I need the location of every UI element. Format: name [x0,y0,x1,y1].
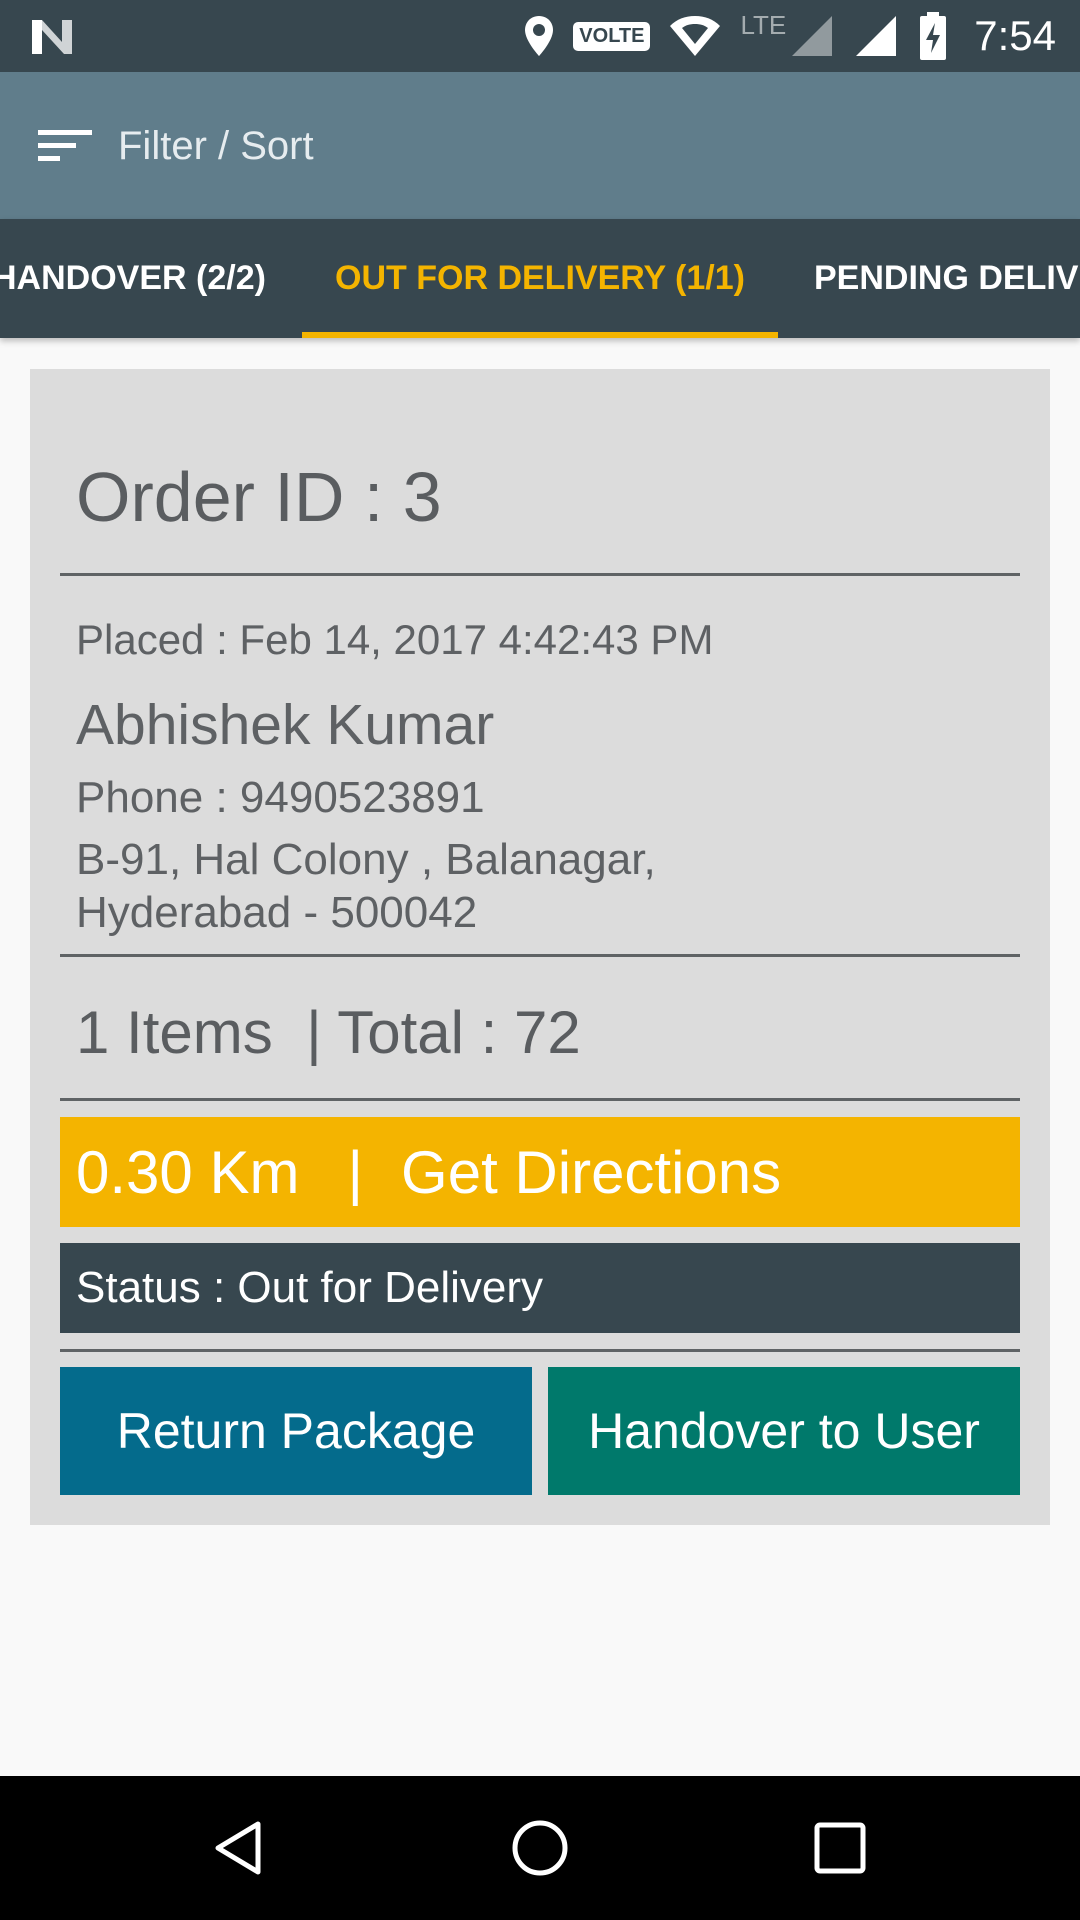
placed-date: Placed : Feb 14, 2017 4:42:43 PM [76,616,714,663]
divider [60,573,1020,576]
signal-icon-2 [856,16,897,56]
divider [60,954,1020,957]
clock: 7:54 [974,12,1056,59]
battery-charging-icon [920,12,947,60]
directions-separator: | [347,1138,364,1206]
tab-pending-delivery[interactable]: PENDING DELIVERY [778,219,1080,338]
volte-icon: VOLTE [573,21,651,51]
address-line-2: Hyderabad - 500042 [76,888,478,937]
get-directions-label: Get Directions [401,1138,782,1206]
status-badge: Status : Out for Delivery [60,1243,1020,1333]
home-icon[interactable] [510,1818,570,1878]
notification-n-icon [32,20,72,54]
location-icon [525,16,554,56]
customer-name: Abhishek Kumar [76,693,495,757]
status-icons: VOLTE LTE 7:54 [523,0,1056,72]
signal-icon [792,16,833,56]
recents-icon[interactable] [810,1818,870,1878]
tab-out-for-delivery[interactable]: OUT FOR DELIVERY (1/1) [302,219,778,338]
divider [60,1349,1020,1352]
items-total: 1 Items | Total : 72 [76,999,581,1066]
active-tab-indicator [302,332,778,338]
tab-bar: HANDOVER (2/2) OUT FOR DELIVERY (1/1) PE… [0,219,1080,338]
order-id: Order ID : 3 [76,458,442,536]
wifi-icon [670,16,721,56]
divider [60,1098,1020,1101]
order-card: Order ID : 3 Placed : Feb 14, 2017 4:42:… [30,369,1050,1525]
navigation-bar [0,1776,1080,1920]
network-type: LTE [740,9,787,40]
customer-address: B-91, Hal Colony , Balanagar, Hyderabad … [76,833,776,939]
filter-sort-icon [38,130,92,161]
filter-sort-button[interactable]: Filter / Sort [36,108,314,184]
get-directions-button[interactable]: 0.30 Km | Get Directions [60,1117,1020,1227]
tab-handover[interactable]: HANDOVER (2/2) [0,219,282,338]
filter-sort-label: Filter / Sort [118,123,314,168]
distance-label: 0.30 Km [76,1138,300,1206]
app-toolbar: Filter / Sort [0,72,1080,219]
handover-to-user-button[interactable]: Handover to User [548,1367,1020,1495]
status-bar: VOLTE LTE 7:54 [0,0,1080,72]
return-package-button[interactable]: Return Package [60,1367,532,1495]
customer-phone: Phone : 9490523891 [76,773,485,822]
back-icon[interactable] [210,1818,270,1878]
address-line-1: B-91, Hal Colony , Balanagar, [76,835,656,884]
